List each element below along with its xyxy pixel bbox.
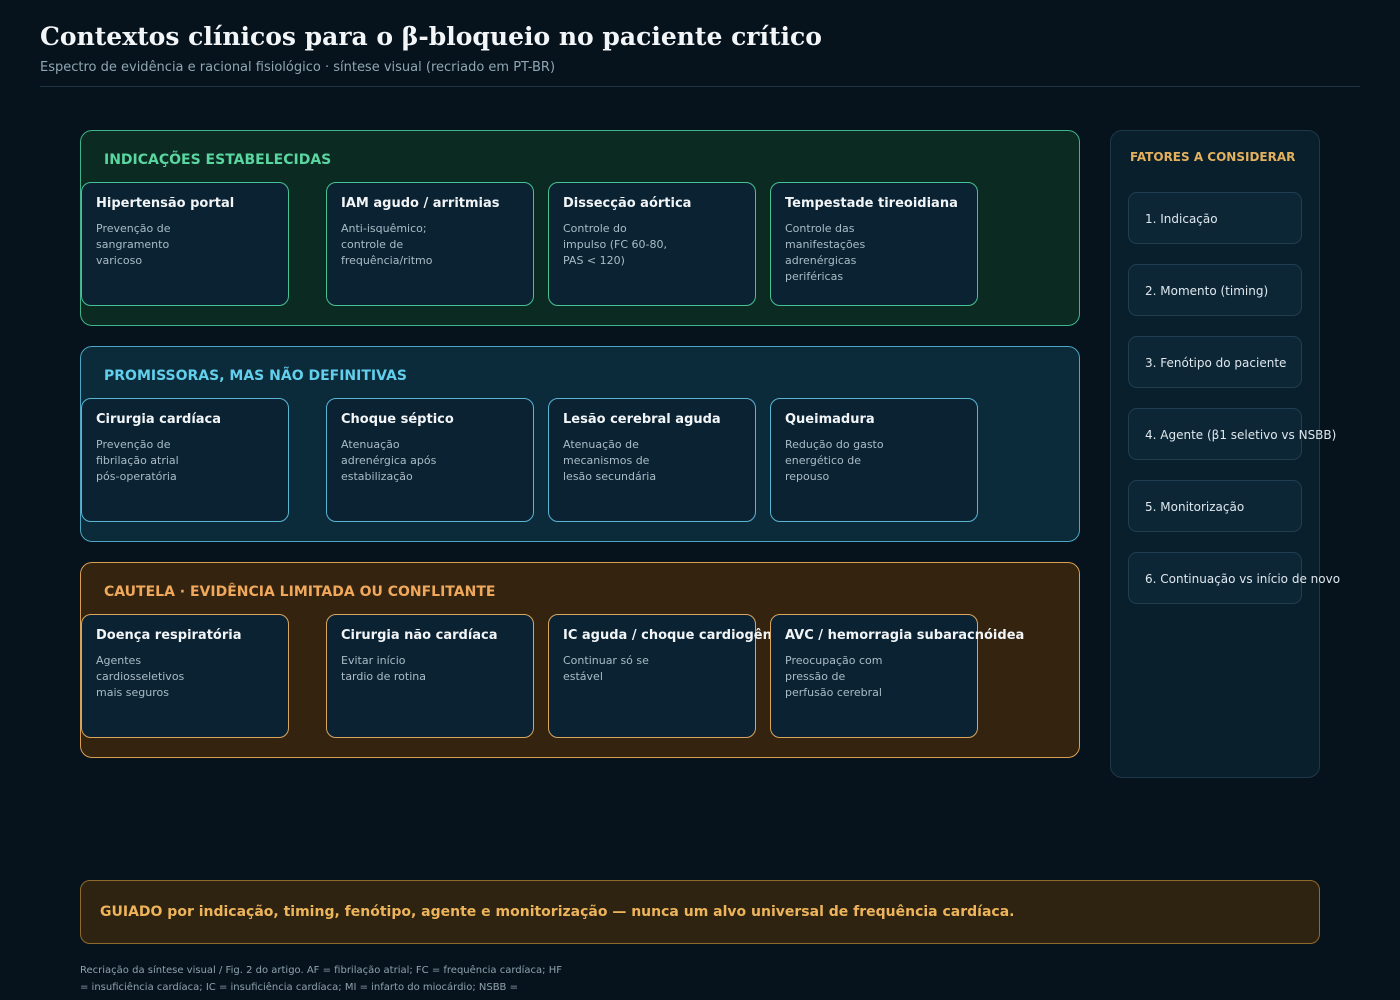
card-text: frequência/ritmo	[341, 254, 433, 267]
card-title: Cirurgia não cardíaca	[341, 628, 498, 643]
band-established-indications: INDICAÇÕES ESTABELECIDAS IAM agudo / arr…	[80, 130, 1080, 326]
card-text: periféricas	[785, 270, 844, 283]
card-title: IC aguda / choque cardiogênico	[563, 628, 793, 643]
band-title: CAUTELA · EVIDÊNCIA LIMITADA OU CONFLITA…	[104, 584, 496, 600]
card-text: pós-operatória	[96, 470, 177, 483]
card-text: Controle do	[563, 222, 627, 235]
card-title: Choque séptico	[341, 412, 454, 427]
card-text: adrenérgica após	[341, 454, 437, 467]
card-noncardiac-surgery: Cirurgia não cardíaca Evitar início tard…	[326, 614, 534, 738]
card-text: estável	[563, 670, 603, 683]
factor-label: 5. Monitorização	[1145, 500, 1245, 514]
card-title: Dissecção aórtica	[563, 196, 692, 211]
card-text: perfusão cerebral	[785, 686, 882, 699]
header-divider	[40, 86, 1360, 87]
card-text: fibrilação atrial	[96, 454, 179, 467]
card-text: Prevenção de	[96, 438, 171, 451]
factor-item: 2. Momento (timing)	[1128, 264, 1302, 316]
card-text: cardiosseletivos	[96, 670, 185, 683]
guidance-message: GUIADO por indicação, timing, fenótipo, …	[100, 904, 1015, 920]
guidance-banner: GUIADO por indicação, timing, fenótipo, …	[80, 880, 1320, 944]
card-title: Cirurgia cardíaca	[96, 412, 222, 427]
card-text: repouso	[785, 470, 830, 483]
card-title: Doença respiratória	[96, 628, 242, 643]
card-iam-arrhythmias: IAM agudo / arritmias Anti-isquêmico; co…	[326, 182, 534, 306]
card-text: Controle das	[785, 222, 855, 235]
card-text: Continuar só se	[563, 654, 649, 667]
card-text: Preocupação com	[785, 654, 883, 667]
card-text: Atenuação	[341, 438, 400, 451]
card-thyroid-storm: Tempestade tireoidiana Controle das mani…	[770, 182, 978, 306]
card-text: PAS < 120)	[563, 254, 625, 267]
card-respiratory-disease: Doença respiratória Agentes cardiosselet…	[81, 614, 289, 738]
card-title: AVC / hemorragia subaracnóidea	[785, 628, 1025, 643]
card-cardiac-surgery: Cirurgia cardíaca Prevenção de fibrilaçã…	[81, 398, 289, 522]
card-text: Evitar início	[341, 654, 406, 667]
card-text: pressão de	[785, 670, 846, 683]
card-text: mecanismos de	[563, 454, 650, 467]
factor-label: 2. Momento (timing)	[1145, 284, 1269, 298]
factor-label: 3. Fenótipo do paciente	[1145, 356, 1287, 370]
factors-panel-title: FATORES A CONSIDERAR	[1130, 150, 1296, 164]
factor-label: 4. Agente (β1 seletivo vs NSBB)	[1145, 428, 1337, 442]
band-promising: PROMISSORAS, MAS NÃO DEFINITIVAS Choque …	[80, 346, 1080, 542]
factor-item: 1. Indicação	[1128, 192, 1302, 244]
card-text: energético de	[785, 454, 861, 467]
card-text: impulso (FC 60-80,	[563, 238, 667, 251]
page-subtitle: Espectro de evidência e racional fisioló…	[40, 60, 556, 75]
card-portal-hypertension: Hipertensão portal Prevenção de sangrame…	[81, 182, 289, 306]
card-title: Tempestade tireoidiana	[785, 196, 958, 211]
band-title: PROMISSORAS, MAS NÃO DEFINITIVAS	[104, 368, 407, 384]
factors-panel: FATORES A CONSIDERAR 1. Indicação 2. Mom…	[1110, 130, 1340, 778]
card-text: Agentes	[96, 654, 142, 667]
card-title: Lesão cerebral aguda	[563, 412, 721, 427]
card-text: mais seguros	[96, 686, 169, 699]
card-acute-hf-cardiogenic-shock: IC aguda / choque cardiogênico Continuar…	[548, 614, 793, 738]
card-burns: Queimadura Redução do gasto energético d…	[770, 398, 978, 522]
card-text: manifestações	[785, 238, 866, 251]
card-title: Hipertensão portal	[96, 196, 235, 211]
card-text: Prevenção de	[96, 222, 171, 235]
factor-label: 1. Indicação	[1145, 212, 1218, 226]
card-stroke-sah: AVC / hemorragia subaracnóidea Preocupaç…	[770, 614, 1024, 738]
factor-item: 4. Agente (β1 seletivo vs NSBB)	[1128, 408, 1336, 460]
factor-item: 6. Continuação vs início de novo	[1128, 552, 1340, 604]
card-text: Redução do gasto	[785, 438, 884, 451]
card-text: Atenuação de	[563, 438, 639, 451]
factor-item: 5. Monitorização	[1128, 480, 1302, 532]
card-text: Anti-isquêmico;	[341, 222, 427, 235]
card-text: estabilização	[341, 470, 413, 483]
card-title: Queimadura	[785, 412, 875, 427]
band-title: INDICAÇÕES ESTABELECIDAS	[104, 152, 332, 168]
footnote: = insuficiência cardíaca; IC = insuficiê…	[80, 982, 518, 993]
card-text: sangramento	[96, 238, 170, 251]
card-text: controle de	[341, 238, 404, 251]
page-title: Contextos clínicos para o β-bloqueio no …	[40, 22, 822, 51]
card-acute-brain-injury: Lesão cerebral aguda Atenuação de mecani…	[548, 398, 756, 522]
card-text: lesão secundária	[563, 470, 657, 483]
footnote: Recriação da síntese visual / Fig. 2 do …	[80, 965, 562, 976]
card-text: varicoso	[96, 254, 143, 267]
card-text: tardio de rotina	[341, 670, 426, 683]
card-aortic-dissection: Dissecção aórtica Controle do impulso (F…	[548, 182, 756, 306]
factor-item: 3. Fenótipo do paciente	[1128, 336, 1302, 388]
card-text: adrenérgicas	[785, 254, 857, 267]
band-caution: CAUTELA · EVIDÊNCIA LIMITADA OU CONFLITA…	[80, 562, 1080, 758]
factor-label: 6. Continuação vs início de novo	[1145, 572, 1341, 586]
card-title: IAM agudo / arritmias	[341, 196, 500, 211]
card-septic-shock: Choque séptico Atenuação adrenérgica apó…	[326, 398, 534, 522]
